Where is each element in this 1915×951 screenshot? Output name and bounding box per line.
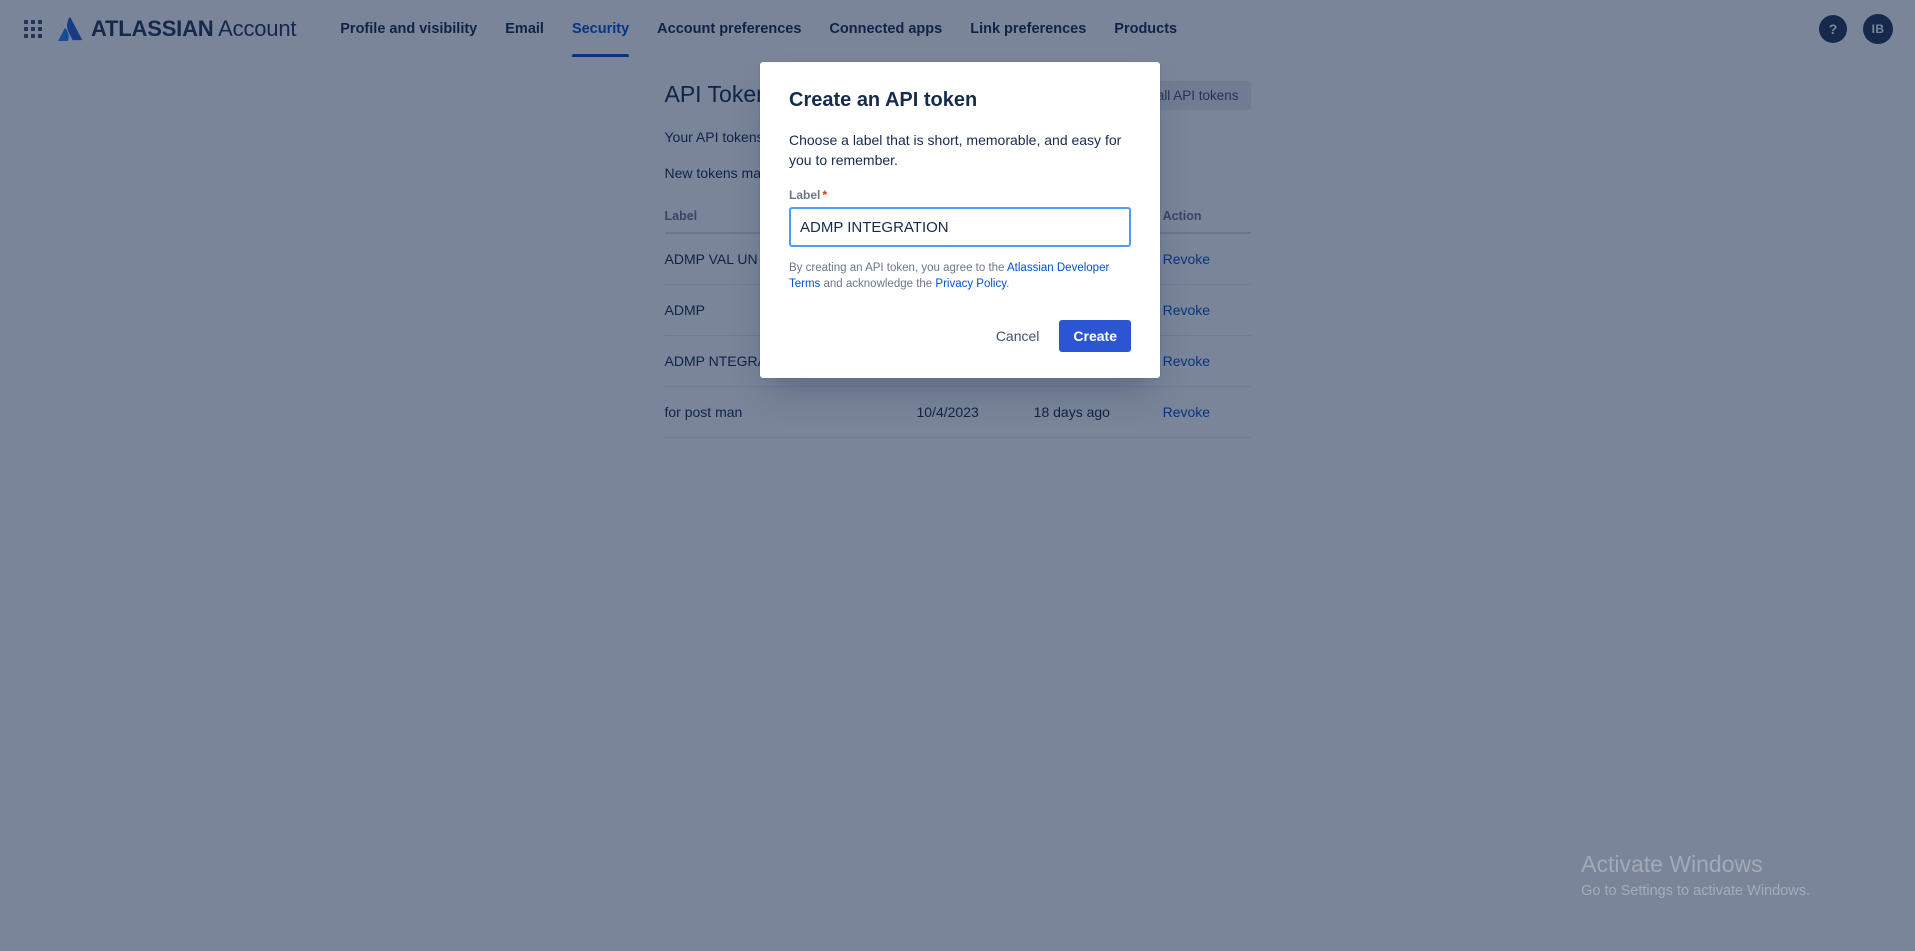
create-button[interactable]: Create [1059,320,1131,352]
watermark-subtitle: Go to Settings to activate Windows. [1581,883,1810,899]
label-field-label: Label* [789,188,1131,202]
terms-prefix: By creating an API token, you agree to t… [789,262,1007,274]
cancel-button[interactable]: Cancel [984,321,1052,351]
modal-action-buttons: Cancel Create [789,320,1131,352]
modal-description: Choose a label that is short, memorable,… [789,130,1131,170]
terms-middle: and acknowledge the [820,278,935,290]
modal-title: Create an API token [789,88,1131,113]
label-field-label-text: Label [789,188,820,202]
terms-suffix: . [1006,278,1009,290]
label-input[interactable] [789,207,1131,247]
create-api-token-modal: Create an API token Choose a label that … [760,62,1160,378]
privacy-policy-link[interactable]: Privacy Policy [935,278,1006,290]
required-marker: * [822,188,827,202]
windows-activation-watermark: Activate Windows Go to Settings to activ… [1581,850,1810,899]
terms-text: By creating an API token, you agree to t… [789,260,1131,292]
watermark-title: Activate Windows [1581,850,1810,879]
